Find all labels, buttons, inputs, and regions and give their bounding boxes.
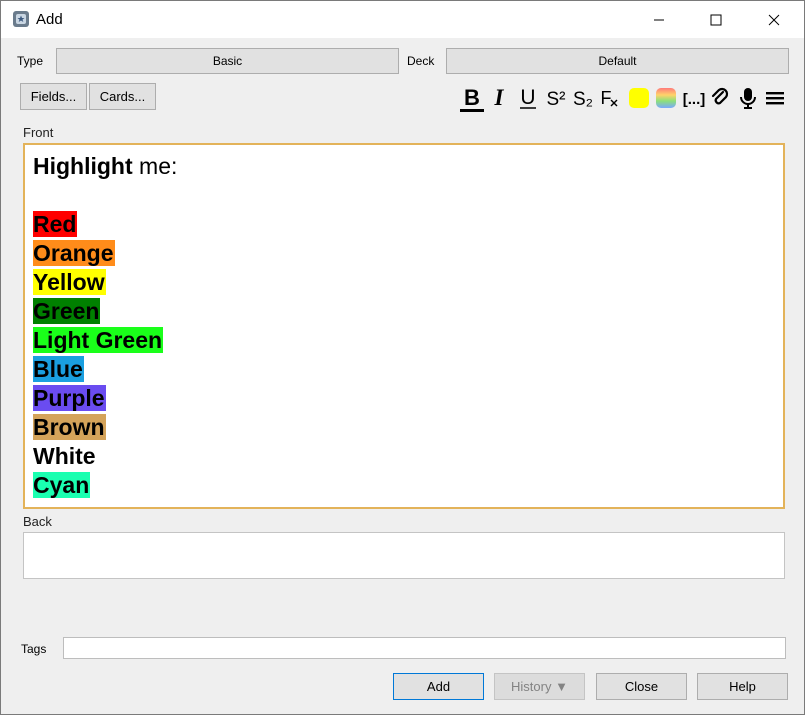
record-button[interactable] — [737, 84, 759, 112]
highlight-line: Green — [33, 297, 775, 326]
type-label: Type — [17, 54, 44, 68]
app-icon — [13, 11, 29, 27]
maximize-button[interactable] — [693, 1, 739, 38]
front-label: Front — [23, 125, 54, 140]
highlight-line: Purple — [33, 384, 775, 413]
highlighted-text: Light Green — [33, 327, 164, 353]
microphone-icon — [740, 88, 756, 109]
highlight-line: Yellow — [33, 268, 775, 297]
subscript-button[interactable]: S₂ — [571, 84, 595, 112]
underline-icon: U — [520, 86, 535, 109]
add-button[interactable]: Add — [393, 673, 484, 700]
highlight-line: Orange — [33, 239, 775, 268]
help-button[interactable]: Help — [697, 673, 788, 700]
clear-format-button[interactable]: F — [598, 84, 620, 112]
window-title: Add — [36, 11, 63, 28]
highlighted-text: Cyan — [33, 472, 91, 498]
front-field-editor[interactable]: Highlight me: Red Orange Yellow Green Light … — [23, 143, 785, 509]
clear-format-icon: F — [601, 88, 612, 108]
front-blank-line — [33, 181, 775, 210]
highlight-line: Red — [33, 210, 775, 239]
close-button[interactable]: Close — [596, 673, 687, 700]
highlighted-text: Orange — [33, 240, 115, 266]
deck-label: Deck — [407, 54, 435, 68]
cards-button[interactable]: Cards... — [89, 83, 156, 110]
deck-selector[interactable]: Default — [446, 48, 789, 74]
tags-input[interactable] — [63, 637, 786, 659]
highlighted-text: Purple — [33, 385, 106, 411]
close-window-button[interactable] — [751, 1, 797, 38]
tags-label: Tags — [21, 642, 47, 656]
subscript-icon: S₂ — [573, 89, 593, 110]
highlight-list: Red Orange Yellow Green Light Green Blue Purpl… — [33, 210, 775, 500]
text-color-button[interactable] — [628, 84, 650, 112]
more-options-button[interactable] — [764, 84, 786, 112]
highlighted-text: Yellow — [33, 269, 106, 295]
highlighted-text: White — [33, 443, 97, 469]
italic-button[interactable]: I — [489, 84, 509, 112]
underline-button[interactable]: U — [517, 84, 539, 112]
add-dialog: Add Type Basic Deck Default Fields... Ca… — [0, 0, 805, 715]
history-button[interactable]: History ▼ — [494, 673, 585, 700]
highlight-line: Cyan — [33, 471, 775, 500]
cloze-button[interactable]: [...] — [682, 84, 706, 112]
highlight-line: Blue — [33, 355, 775, 384]
cloze-icon: [...] — [683, 91, 706, 108]
highlight-line: Brown — [33, 413, 775, 442]
highlighted-text: Red — [33, 211, 78, 237]
front-first-line: Highlight me: — [33, 152, 775, 181]
color-picker-button[interactable] — [655, 84, 677, 112]
superscript-icon: S² — [547, 89, 566, 110]
front-plain-text: me: — [132, 153, 178, 179]
superscript-button[interactable]: S² — [544, 84, 568, 112]
highlight-line: Light Green — [33, 326, 775, 355]
note-type-selector[interactable]: Basic — [56, 48, 399, 74]
bold-icon: B — [464, 85, 480, 110]
color-picker-icon — [656, 88, 676, 108]
bold-button[interactable]: B — [459, 84, 485, 112]
highlighted-text: Brown — [33, 414, 106, 440]
minimize-button[interactable] — [636, 1, 682, 38]
fields-button[interactable]: Fields... — [20, 83, 87, 110]
back-label: Back — [23, 514, 52, 529]
front-bold-text: Highlight — [33, 153, 133, 179]
formatting-toolbar: B I U S² S₂ F [...] — [459, 84, 789, 112]
attach-button[interactable] — [709, 84, 731, 112]
highlighted-text: Blue — [33, 356, 84, 382]
title-bar: Add — [1, 1, 804, 38]
menu-icon — [766, 92, 784, 105]
highlighted-text: Green — [33, 298, 101, 324]
italic-icon: I — [494, 85, 505, 110]
back-field-editor[interactable] — [23, 532, 785, 579]
paperclip-icon — [711, 87, 729, 105]
text-color-icon — [629, 88, 649, 108]
highlight-line: White — [33, 442, 775, 471]
